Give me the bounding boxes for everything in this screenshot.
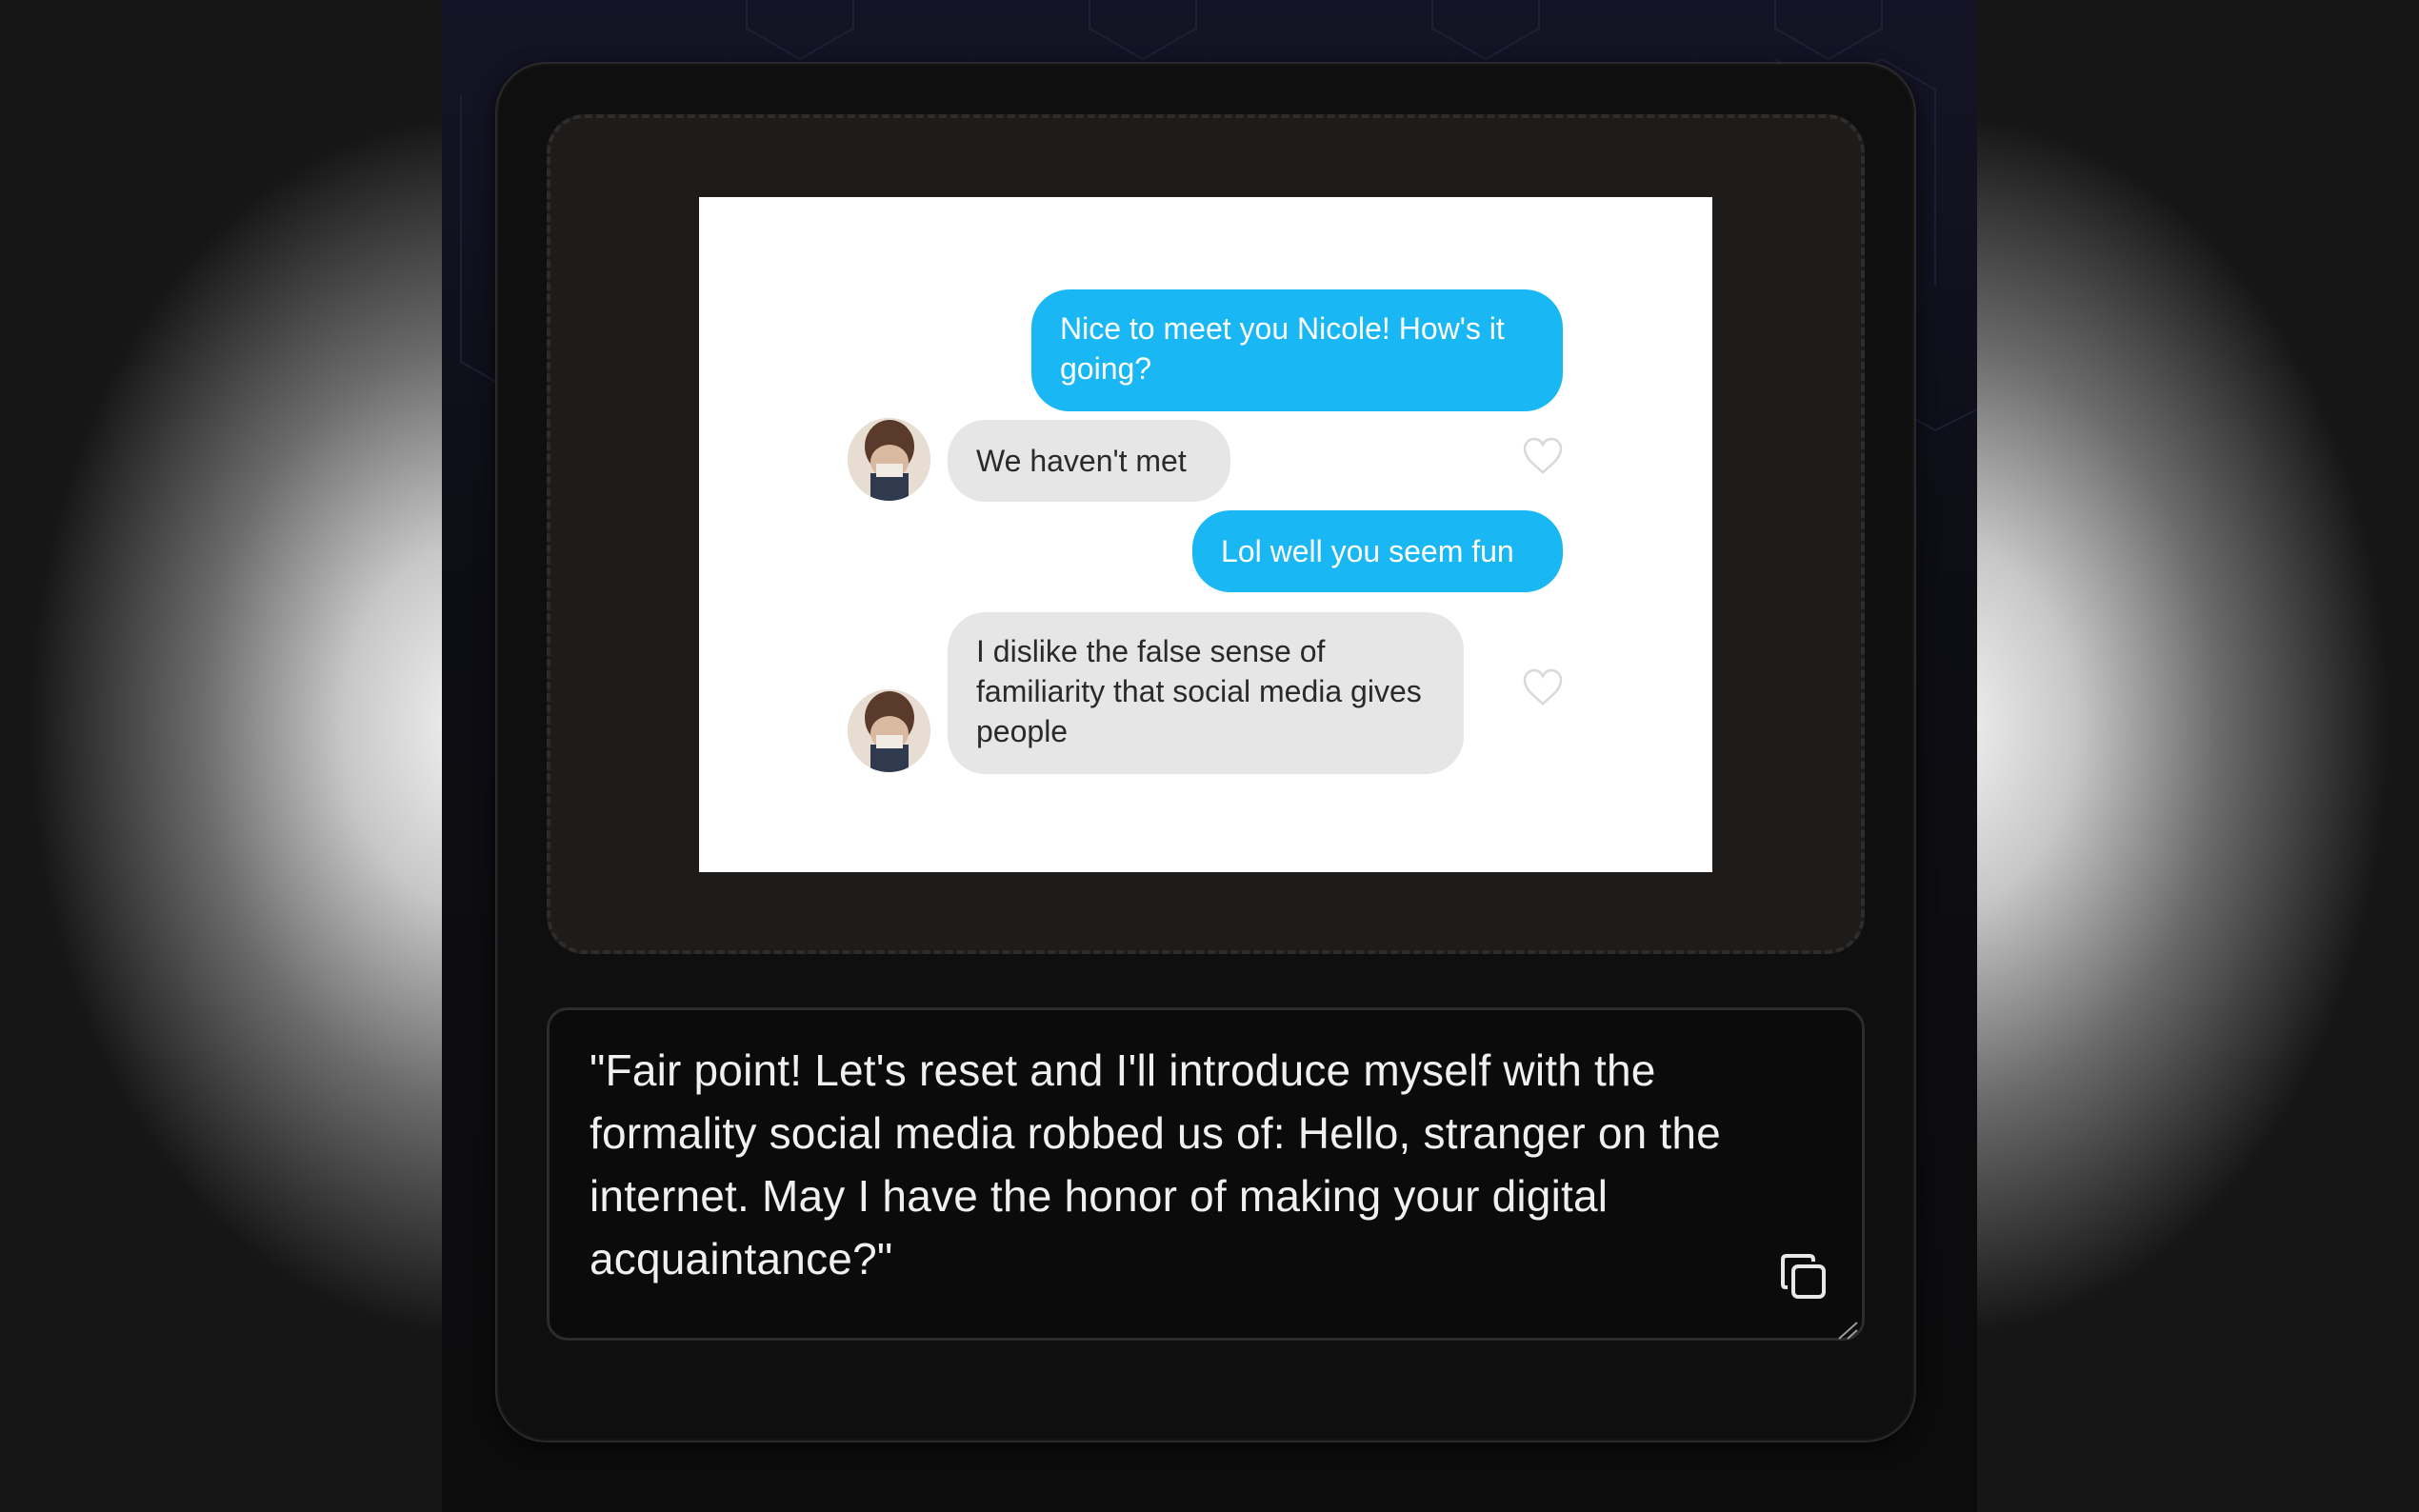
reply-output-box[interactable]: "Fair point! Let's reset and I'll introd… (547, 1007, 1865, 1341)
chat-bubble-outgoing: Nice to meet you Nicole! How's it going? (1031, 289, 1563, 411)
heart-icon[interactable] (1522, 437, 1564, 475)
chat-message-text: Lol well you seem fun (1221, 534, 1514, 568)
uploaded-chat-screenshot: Nice to meet you Nicole! How's it going?… (699, 197, 1712, 872)
heart-icon[interactable] (1522, 668, 1564, 706)
chat-bubble-incoming: I dislike the false sense of familiarity… (948, 612, 1464, 774)
copy-icon[interactable] (1778, 1251, 1829, 1303)
avatar (848, 418, 930, 501)
chat-message-text: We haven't met (976, 444, 1187, 478)
avatar (848, 689, 930, 772)
chat-message-text: I dislike the false sense of familiarity… (976, 634, 1422, 748)
chat-message-text: Nice to meet you Nicole! How's it going? (1060, 311, 1505, 386)
reply-text[interactable]: "Fair point! Let's reset and I'll introd… (590, 1039, 1828, 1290)
resize-handle-icon[interactable] (1837, 1321, 1858, 1340)
chat-bubble-incoming: We haven't met (948, 420, 1230, 502)
chat-bubble-outgoing: Lol well you seem fun (1192, 510, 1563, 592)
left-backdrop (0, 0, 442, 1512)
right-backdrop (1977, 0, 2419, 1512)
